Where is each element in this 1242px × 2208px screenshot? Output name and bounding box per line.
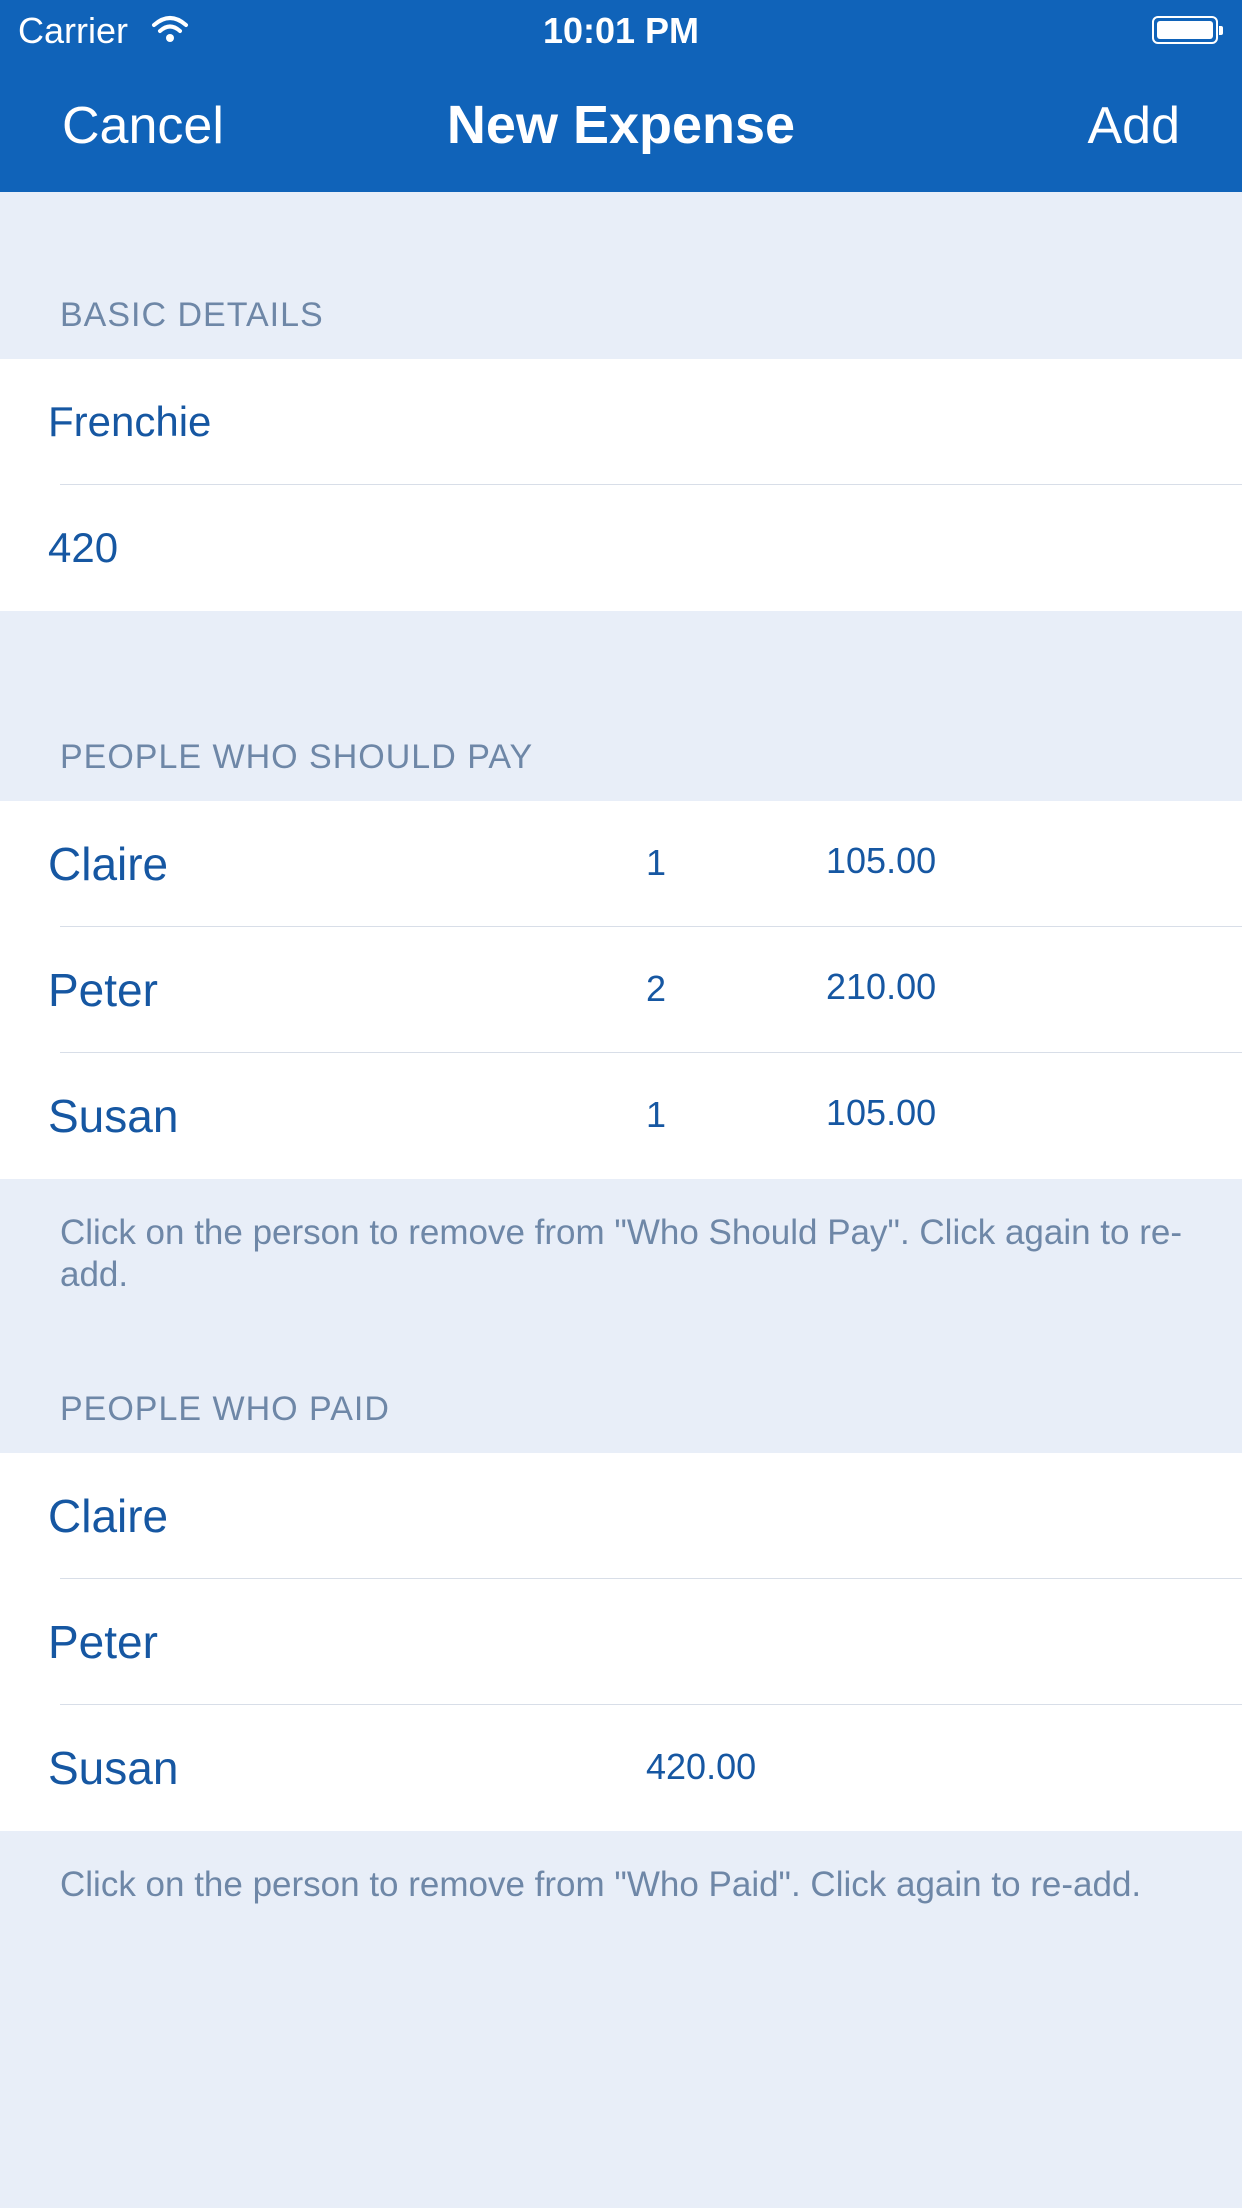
paid-footer: Click on the person to remove from "Who … [60, 1865, 1142, 1904]
share-amount: 210.00 [826, 966, 937, 1007]
share-amount: 105.00 [826, 840, 937, 881]
amount-row[interactable]: 420 [0, 485, 1242, 611]
description-field[interactable]: Frenchie [48, 359, 211, 485]
status-time: 10:01 PM [542, 10, 700, 51]
should-pay-footer: Click on the person to remove from "Who … [60, 1213, 1182, 1294]
person-name[interactable]: Susan [48, 1053, 178, 1179]
should-pay-row[interactable]: Susan 1 105.00 [0, 1053, 1242, 1179]
person-name[interactable]: Peter [48, 1579, 158, 1705]
paid-row[interactable]: Peter [0, 1579, 1242, 1705]
shares-value[interactable]: 2 [646, 927, 666, 1053]
paid-header: PEOPLE WHO PAID [60, 1390, 390, 1428]
shares-value[interactable]: 1 [646, 1053, 666, 1179]
person-name[interactable]: Claire [48, 1453, 168, 1579]
page-title: New Expense [446, 95, 796, 155]
amount-field[interactable]: 420 [48, 485, 118, 611]
should-pay-row[interactable]: Claire 1 105.00 [0, 801, 1242, 927]
should-pay-group: Claire 1 105.00 Peter 2 210.00 Susan 1 1… [0, 801, 1242, 1179]
add-button[interactable]: Add [1087, 100, 1180, 152]
paid-group: Claire Peter Susan 420.00 [0, 1453, 1242, 1831]
description-row[interactable]: Frenchie [0, 359, 1242, 485]
shares-value[interactable]: 1 [646, 801, 666, 927]
person-name[interactable]: Peter [48, 927, 158, 1053]
navigation-bar: Carrier 10:01 PM Cancel New Expense Add [0, 0, 1242, 192]
should-pay-header: PEOPLE WHO SHOULD PAY [60, 738, 534, 776]
basic-details-group: Frenchie 420 [0, 359, 1242, 611]
person-name[interactable]: Susan [48, 1705, 178, 1831]
should-pay-row[interactable]: Peter 2 210.00 [0, 927, 1242, 1053]
basic-details-header: BASIC DETAILS [60, 296, 324, 334]
person-name[interactable]: Claire [48, 801, 168, 927]
battery-icon [1152, 16, 1223, 44]
paid-amount[interactable]: 420.00 [646, 1705, 756, 1831]
share-amount: 105.00 [826, 1092, 937, 1133]
paid-row[interactable]: Susan 420.00 [0, 1705, 1242, 1831]
paid-row[interactable]: Claire [0, 1453, 1242, 1579]
